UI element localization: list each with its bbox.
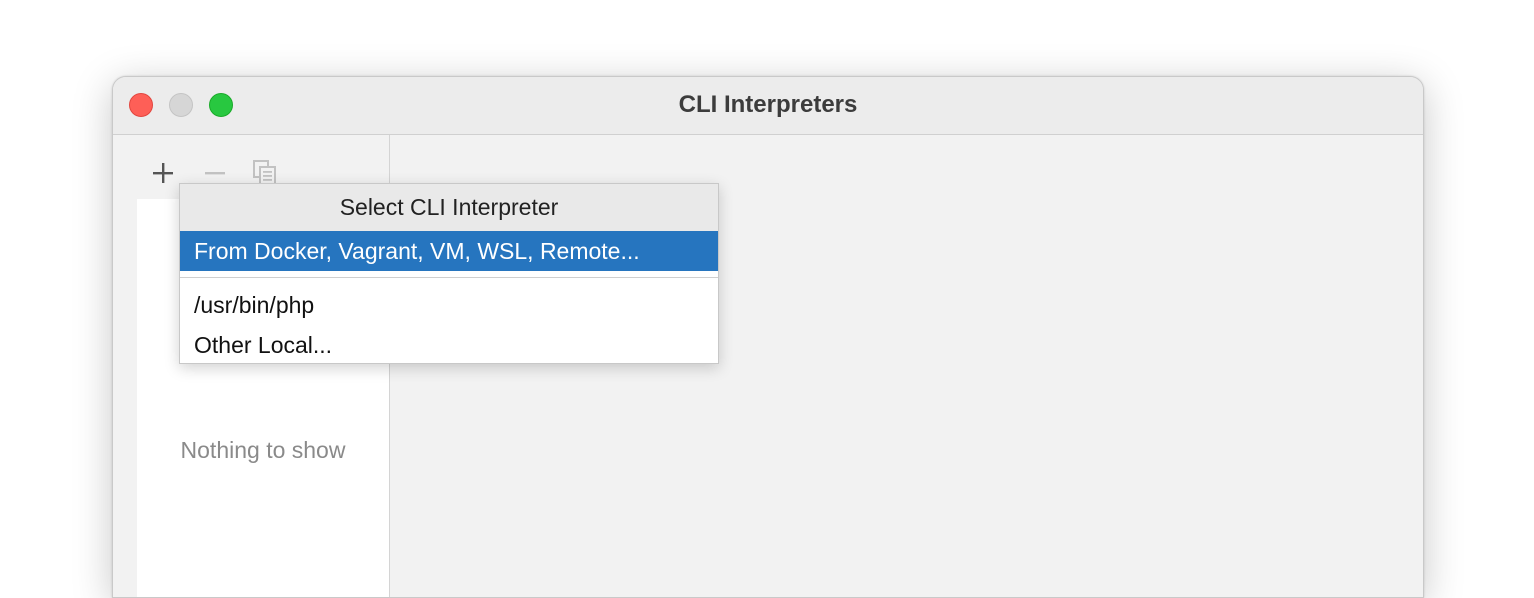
select-interpreter-popup: Select CLI Interpreter From Docker, Vagr… xyxy=(179,183,719,364)
menu-item-remote[interactable]: From Docker, Vagrant, VM, WSL, Remote... xyxy=(180,231,718,271)
plus-icon xyxy=(153,163,173,183)
window-title: CLI Interpreters xyxy=(678,91,858,118)
empty-list-text: Nothing to show xyxy=(180,437,346,463)
title-bar: CLI Interpreters xyxy=(113,77,1423,135)
menu-item-other-local[interactable]: Other Local... xyxy=(180,325,718,365)
add-interpreter-button[interactable] xyxy=(147,157,179,189)
minus-icon xyxy=(205,172,225,175)
popup-header: Select CLI Interpreter xyxy=(180,184,718,231)
menu-item-usr-bin-php[interactable]: /usr/bin/php xyxy=(180,285,718,325)
menu-separator xyxy=(180,277,718,278)
